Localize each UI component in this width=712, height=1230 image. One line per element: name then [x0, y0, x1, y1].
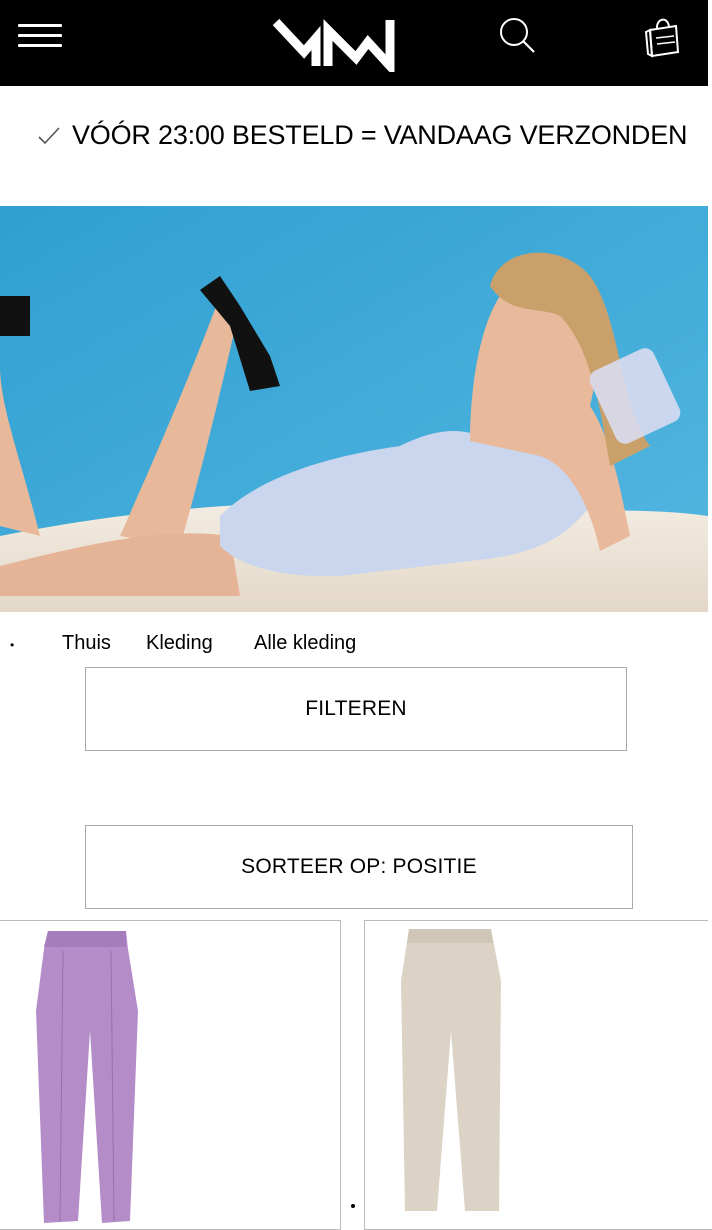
hamburger-icon-line — [18, 34, 62, 37]
filter-button[interactable]: FILTEREN — [85, 667, 627, 751]
breadcrumb-item-kleding[interactable]: Kleding — [146, 632, 213, 655]
breadcrumb-item-thuis[interactable]: Thuis — [62, 632, 111, 655]
menu-button[interactable] — [16, 20, 64, 52]
cart-button[interactable] — [642, 12, 682, 60]
hamburger-icon — [18, 24, 62, 27]
hero-banner[interactable] — [0, 206, 708, 612]
breadcrumb: • Thuis Kleding Alle kleding — [0, 630, 708, 660]
sort-button[interactable]: SORTEER OP: POSITIE — [85, 825, 633, 909]
product-image-pants-lilac — [36, 931, 138, 1223]
breadcrumb-item-alle-kleding[interactable]: Alle kleding — [254, 632, 356, 655]
hamburger-icon-line — [18, 44, 62, 47]
checkmark-icon — [38, 127, 60, 145]
search-button[interactable] — [496, 14, 540, 58]
shipping-notice-text: VÓÓR 23:00 BESTELD = VANDAAG VERZONDEN — [72, 120, 688, 150]
product-card[interactable] — [0, 920, 341, 1230]
brand-logo[interactable] — [270, 8, 398, 78]
search-icon — [500, 18, 535, 53]
top-navigation-bar — [0, 0, 708, 86]
shopping-bag-icon — [644, 18, 680, 58]
list-bullet — [351, 1204, 355, 1208]
product-image-pants-beige — [401, 929, 501, 1211]
breadcrumb-bullet: • — [10, 638, 15, 652]
scroll-edge — [708, 0, 712, 1228]
product-card[interactable] — [364, 920, 712, 1230]
shipping-notice: VÓÓR 23:00 BESTELD = VANDAAG VERZONDEN — [0, 86, 708, 206]
